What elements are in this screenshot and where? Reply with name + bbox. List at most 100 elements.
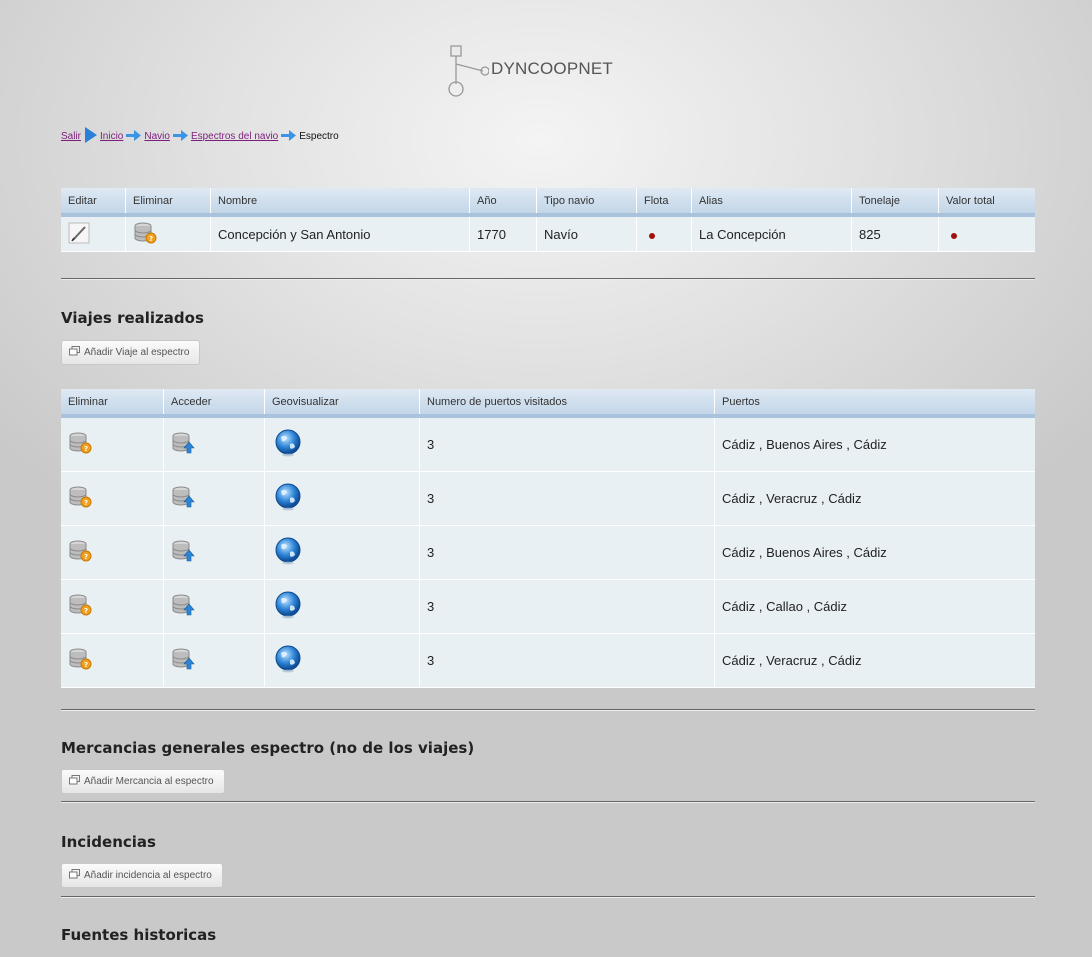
play-arrow-icon [84, 127, 98, 146]
puertos-cell: Cádiz , Veracruz , Cádiz [714, 471, 1035, 526]
add-mercancia-button[interactable]: Añadir Mercancia al espectro [61, 769, 225, 794]
table-row: ? 3 Cádiz , Callao , Cádiz [61, 579, 1035, 634]
breadcrumb-navio-link[interactable]: Navio [144, 131, 170, 142]
table-row: ? Concepción y San Antonio 1770 Navío La… [61, 215, 1035, 252]
svg-text:?: ? [84, 553, 88, 561]
globe-icon[interactable] [272, 429, 304, 461]
ship-table-header: Editar Eliminar Nombre Año Tipo navio Fl… [61, 188, 1035, 217]
globe-icon[interactable] [272, 483, 304, 515]
arrow-right-icon [126, 129, 142, 144]
database-access-icon[interactable] [171, 432, 197, 458]
col-acceder: Acceder [163, 389, 265, 418]
puertos-cell: Cádiz , Veracruz , Cádiz [714, 633, 1035, 688]
database-access-icon[interactable] [171, 486, 197, 512]
fuentes-title: Fuentes historicas [61, 926, 217, 944]
col-editar: Editar [61, 188, 126, 217]
database-access-icon[interactable] [171, 594, 197, 620]
breadcrumb-current: Espectro [299, 131, 339, 142]
table-row: ? 3 Cádiz , Buenos Aires , Cádiz [61, 416, 1035, 472]
col-eliminar: Eliminar [61, 389, 164, 418]
globe-icon[interactable] [272, 591, 304, 623]
ship-table: Editar Eliminar Nombre Año Tipo navio Fl… [61, 188, 1035, 252]
delete-cell[interactable]: ? [125, 215, 211, 252]
logo-mark-icon [448, 45, 489, 97]
col-tipo-navio: Tipo navio [536, 188, 637, 217]
delete-cell[interactable]: ? [61, 633, 164, 688]
table-row: ? 3 Cádiz , Buenos Aires , Cádiz [61, 525, 1035, 580]
arrow-right-icon [281, 129, 297, 144]
logo-text: DYNCOOPNET [491, 59, 613, 78]
col-valor-total: Valor total [938, 188, 1035, 217]
red-dot-icon [951, 232, 957, 239]
table-row: ? 3 Cádiz , Veracruz , Cádiz [61, 471, 1035, 526]
flota-cell [636, 215, 692, 252]
num-puertos-cell: 3 [419, 633, 715, 688]
num-puertos-cell: 3 [419, 525, 715, 580]
pencil-icon[interactable] [68, 222, 90, 247]
add-window-icon [69, 346, 80, 359]
mercancias-title: Mercancias generales espectro (no de los… [61, 739, 475, 757]
tonelaje-cell: 825 [851, 215, 939, 252]
breadcrumb-inicio-link[interactable]: Inicio [100, 131, 123, 142]
database-access-icon[interactable] [171, 540, 197, 566]
database-delete-icon[interactable]: ? [68, 648, 94, 674]
geovisualize-cell[interactable] [264, 525, 420, 580]
col-alias: Alias [691, 188, 852, 217]
access-cell[interactable] [163, 579, 265, 634]
viajes-title: Viajes realizados [61, 309, 204, 327]
svg-text:?: ? [84, 661, 88, 669]
table-row: ? 3 Cádiz , Veracruz , Cádiz [61, 633, 1035, 688]
globe-icon[interactable] [272, 537, 304, 569]
delete-cell[interactable]: ? [61, 471, 164, 526]
delete-cell[interactable]: ? [61, 579, 164, 634]
add-incidencia-button[interactable]: Añadir incidencia al espectro [61, 863, 223, 888]
geovisualize-cell[interactable] [264, 416, 420, 472]
svg-text:?: ? [149, 235, 153, 243]
add-window-icon [69, 869, 80, 882]
svg-text:?: ? [84, 445, 88, 453]
access-cell[interactable] [163, 633, 265, 688]
access-cell[interactable] [163, 525, 265, 580]
delete-cell[interactable]: ? [61, 416, 164, 472]
incidencias-title: Incidencias [61, 833, 156, 851]
globe-icon[interactable] [272, 645, 304, 677]
breadcrumb: Salir Inicio Navio Espectros del navio E… [61, 127, 339, 146]
database-delete-icon[interactable]: ? [133, 222, 159, 248]
add-viaje-label: Añadir Viaje al espectro [84, 347, 190, 358]
puertos-cell: Cádiz , Buenos Aires , Cádiz [714, 525, 1035, 580]
puertos-cell: Cádiz , Callao , Cádiz [714, 579, 1035, 634]
col-geovisualizar: Geovisualizar [264, 389, 420, 418]
geovisualize-cell[interactable] [264, 471, 420, 526]
access-cell[interactable] [163, 471, 265, 526]
col-eliminar: Eliminar [125, 188, 211, 217]
database-delete-icon[interactable]: ? [68, 594, 94, 620]
divider [61, 896, 1035, 898]
access-cell[interactable] [163, 416, 265, 472]
col-anio: Año [469, 188, 537, 217]
puertos-cell: Cádiz , Buenos Aires , Cádiz [714, 416, 1035, 472]
database-delete-icon[interactable]: ? [68, 486, 94, 512]
nombre-cell: Concepción y San Antonio [210, 215, 470, 252]
site-logo: DYNCOOPNET [443, 44, 613, 98]
col-flota: Flota [636, 188, 692, 217]
num-puertos-cell: 3 [419, 416, 715, 472]
database-access-icon[interactable] [171, 648, 197, 674]
col-numero-puertos: Numero de puertos visitados [419, 389, 715, 418]
num-puertos-cell: 3 [419, 579, 715, 634]
edit-cell[interactable] [61, 215, 126, 252]
svg-text:?: ? [84, 499, 88, 507]
alias-cell: La Concepción [691, 215, 852, 252]
add-viaje-button[interactable]: Añadir Viaje al espectro [61, 340, 201, 365]
svg-text:?: ? [84, 607, 88, 615]
database-delete-icon[interactable]: ? [68, 540, 94, 566]
breadcrumb-salir-link[interactable]: Salir [61, 131, 81, 142]
viajes-table-header: Eliminar Acceder Geovisualizar Numero de… [61, 389, 1035, 418]
geovisualize-cell[interactable] [264, 633, 420, 688]
breadcrumb-espectros-link[interactable]: Espectros del navio [191, 131, 278, 142]
divider [61, 709, 1035, 711]
arrow-right-icon [172, 129, 188, 144]
geovisualize-cell[interactable] [264, 579, 420, 634]
delete-cell[interactable]: ? [61, 525, 164, 580]
database-delete-icon[interactable]: ? [68, 432, 94, 458]
add-mercancia-label: Añadir Mercancia al espectro [84, 776, 214, 787]
